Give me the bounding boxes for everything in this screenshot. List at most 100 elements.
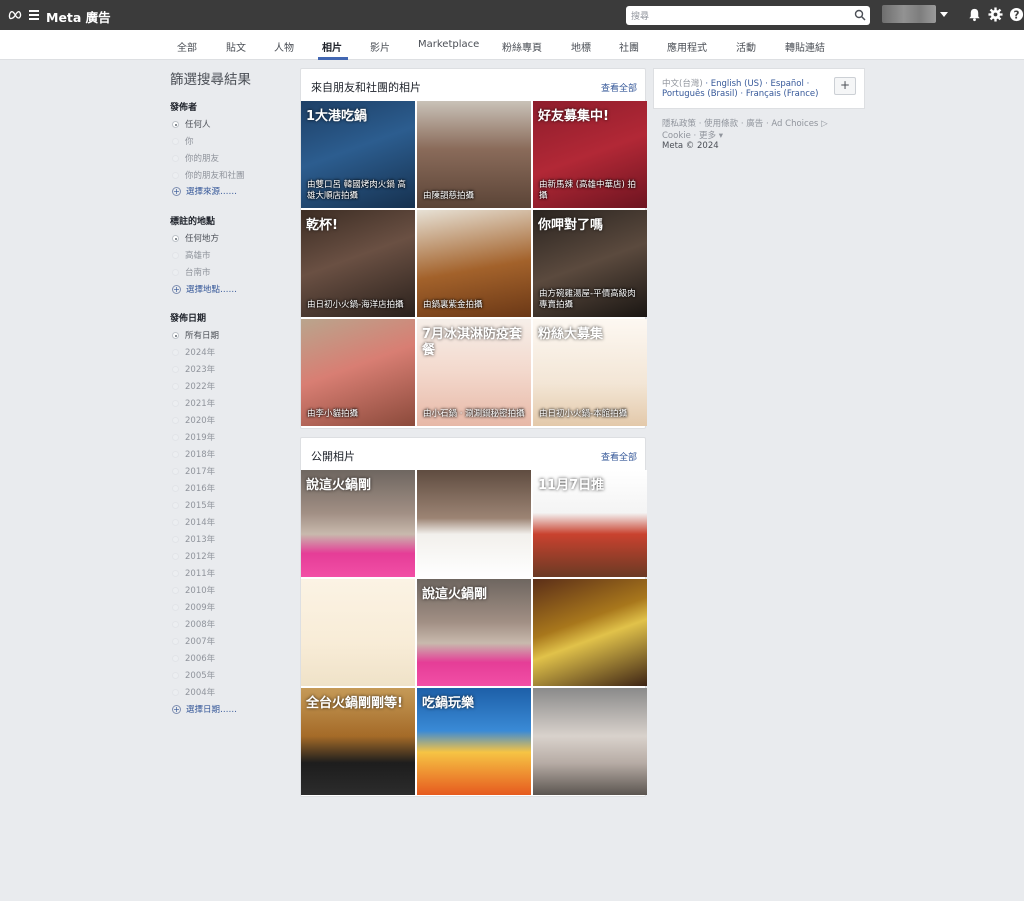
photo-tile[interactable]: 吃鍋玩樂 xyxy=(417,688,531,795)
tab-photos[interactable]: 相片 xyxy=(322,39,342,54)
photo-overlay-text: 你呷對了嗎 xyxy=(538,218,604,233)
photo-tile[interactable]: 由鍋裏紫金拍攝 xyxy=(417,210,531,317)
tab-posts[interactable]: 貼文 xyxy=(226,39,246,54)
photo-tile[interactable]: 乾杯! 由日初小火鍋-海洋店拍攝 xyxy=(301,210,415,317)
date-option[interactable]: 2021年 xyxy=(172,397,215,409)
date-option[interactable]: 2022年 xyxy=(172,380,215,392)
meta-logo-icon[interactable] xyxy=(8,8,24,22)
radio-icon xyxy=(172,502,179,509)
date-option[interactable]: 2017年 xyxy=(172,465,215,477)
search-icon[interactable] xyxy=(854,9,866,21)
choose-date-link[interactable]: + 選擇日期…… xyxy=(172,703,237,715)
photo-tile[interactable]: 7月冰淇淋防疫套餐 由小石鍋 · 涮涮鍋秘密拍攝 xyxy=(417,319,531,426)
photo-tile[interactable] xyxy=(417,470,531,577)
date-option[interactable]: 2018年 xyxy=(172,448,215,460)
date-option[interactable]: 2011年 xyxy=(172,567,215,579)
menu-icon[interactable] xyxy=(29,10,39,20)
search-input[interactable]: 搜尋 xyxy=(626,6,870,25)
tab-marketplace[interactable]: Marketplace xyxy=(418,39,479,50)
photo-tile[interactable]: 說這火鍋剛 xyxy=(301,470,415,577)
language-link[interactable]: English (US) xyxy=(711,79,763,89)
date-option[interactable]: 2005年 xyxy=(172,669,215,681)
photo-tile[interactable] xyxy=(533,579,647,686)
cookie-link[interactable]: Cookie xyxy=(662,131,691,141)
poster-option[interactable]: 任何人 xyxy=(172,118,211,130)
date-option[interactable]: 2013年 xyxy=(172,533,215,545)
radio-icon xyxy=(172,689,179,696)
photo-tile[interactable]: 由李小貓拍攝 xyxy=(301,319,415,426)
date-option[interactable]: 2008年 xyxy=(172,618,215,630)
poster-option[interactable]: 你 xyxy=(172,135,194,147)
photo-tile[interactable] xyxy=(301,579,415,686)
photo-tile[interactable]: 11月7日推 xyxy=(533,470,647,577)
tab-videos[interactable]: 影片 xyxy=(370,39,390,54)
ad-choices-link[interactable]: Ad Choices xyxy=(771,119,818,129)
photo-tile[interactable]: 1大港吃鍋 由雙口呂 韓國烤肉火鍋 高雄大順店拍攝 xyxy=(301,101,415,208)
date-option[interactable]: 2004年 xyxy=(172,686,215,698)
location-option[interactable]: 台南市 xyxy=(172,266,211,278)
radio-icon xyxy=(172,269,179,276)
photo-tile[interactable]: 你呷對了嗎 由方碗雞湯屋-平價高級肉專賣拍攝 xyxy=(533,210,647,317)
date-option[interactable]: 2016年 xyxy=(172,482,215,494)
privacy-link[interactable]: 隱私政策 xyxy=(662,119,696,129)
date-option[interactable]: 2015年 xyxy=(172,499,215,511)
date-option[interactable]: 2023年 xyxy=(172,363,215,375)
photo-caption: 由鍋裏紫金拍攝 xyxy=(423,300,483,310)
see-all-link[interactable]: 查看全部 xyxy=(601,450,637,463)
photo-tile[interactable]: 好友募集中! 由新馬辣 (高雄中華店) 拍攝 xyxy=(533,101,647,208)
see-all-link[interactable]: 查看全部 xyxy=(601,81,637,94)
date-option[interactable]: 2007年 xyxy=(172,635,215,647)
language-link[interactable]: Español xyxy=(771,79,804,89)
tab-pages[interactable]: 粉絲專頁 xyxy=(502,39,542,54)
photo-tile[interactable]: 由陳韻慈拍攝 xyxy=(417,101,531,208)
photo-tile[interactable] xyxy=(533,688,647,795)
photo-caption: 由陳韻慈拍攝 xyxy=(423,191,475,201)
date-option[interactable]: 2019年 xyxy=(172,431,215,443)
ads-link[interactable]: 廣告 xyxy=(746,119,763,129)
option-label: 2004年 xyxy=(185,688,216,698)
date-option[interactable]: 2009年 xyxy=(172,601,215,613)
language-link[interactable]: Português (Brasil) xyxy=(662,89,738,99)
tab-all[interactable]: 全部 xyxy=(177,39,197,54)
account-chevron-down-icon[interactable] xyxy=(940,12,948,17)
radio-icon xyxy=(172,604,179,611)
add-language-button[interactable]: + xyxy=(834,77,856,95)
more-link[interactable]: 更多 xyxy=(699,131,716,141)
photo-tile[interactable]: 粉絲大募集 由日初小火鍋-本館拍攝 xyxy=(533,319,647,426)
gear-icon[interactable] xyxy=(988,7,1003,22)
tab-people[interactable]: 人物 xyxy=(274,39,294,54)
date-option[interactable]: 所有日期 xyxy=(172,329,219,341)
date-option[interactable]: 2014年 xyxy=(172,516,215,528)
brand-title[interactable]: Meta 廣告 xyxy=(46,7,111,26)
photo-tile[interactable]: 全台火鍋剛剛等! xyxy=(301,688,415,795)
photo-overlay-text: 7月冰淇淋防疫套餐 xyxy=(422,327,523,358)
svg-text:?: ? xyxy=(1014,9,1020,21)
date-option[interactable]: 2010年 xyxy=(172,584,215,596)
tab-links[interactable]: 轉貼連結 xyxy=(785,39,825,54)
poster-option[interactable]: 你的朋友和社團 xyxy=(172,169,245,181)
tab-places[interactable]: 地標 xyxy=(571,39,591,54)
date-option[interactable]: 2006年 xyxy=(172,652,215,664)
choose-location-link[interactable]: + 選擇地點…… xyxy=(172,283,237,295)
poster-option[interactable]: 你的朋友 xyxy=(172,152,219,164)
photo-caption: 由日初小火鍋-海洋店拍攝 xyxy=(307,300,404,310)
language-link[interactable]: Français (France) xyxy=(746,89,819,99)
radio-icon xyxy=(172,621,179,628)
photo-tile[interactable]: 說這火鍋剛 xyxy=(417,579,531,686)
date-option[interactable]: 2012年 xyxy=(172,550,215,562)
account-avatar[interactable] xyxy=(882,5,936,23)
radio-icon xyxy=(172,332,179,339)
location-option[interactable]: 任何地方 xyxy=(172,232,219,244)
tab-apps[interactable]: 應用程式 xyxy=(667,39,707,54)
location-option[interactable]: 高雄市 xyxy=(172,249,211,261)
tab-groups[interactable]: 社團 xyxy=(619,39,639,54)
choose-source-link[interactable]: + 選擇來源…… xyxy=(172,185,237,197)
bell-icon[interactable] xyxy=(967,7,982,22)
date-option[interactable]: 2020年 xyxy=(172,414,215,426)
help-icon[interactable]: ? xyxy=(1009,7,1024,22)
terms-link[interactable]: 使用條款 xyxy=(704,119,738,129)
radio-icon xyxy=(172,434,179,441)
date-option[interactable]: 2024年 xyxy=(172,346,215,358)
top-bar: Meta 廣告 搜尋 ? xyxy=(0,0,1024,30)
tab-events[interactable]: 活動 xyxy=(736,39,756,54)
